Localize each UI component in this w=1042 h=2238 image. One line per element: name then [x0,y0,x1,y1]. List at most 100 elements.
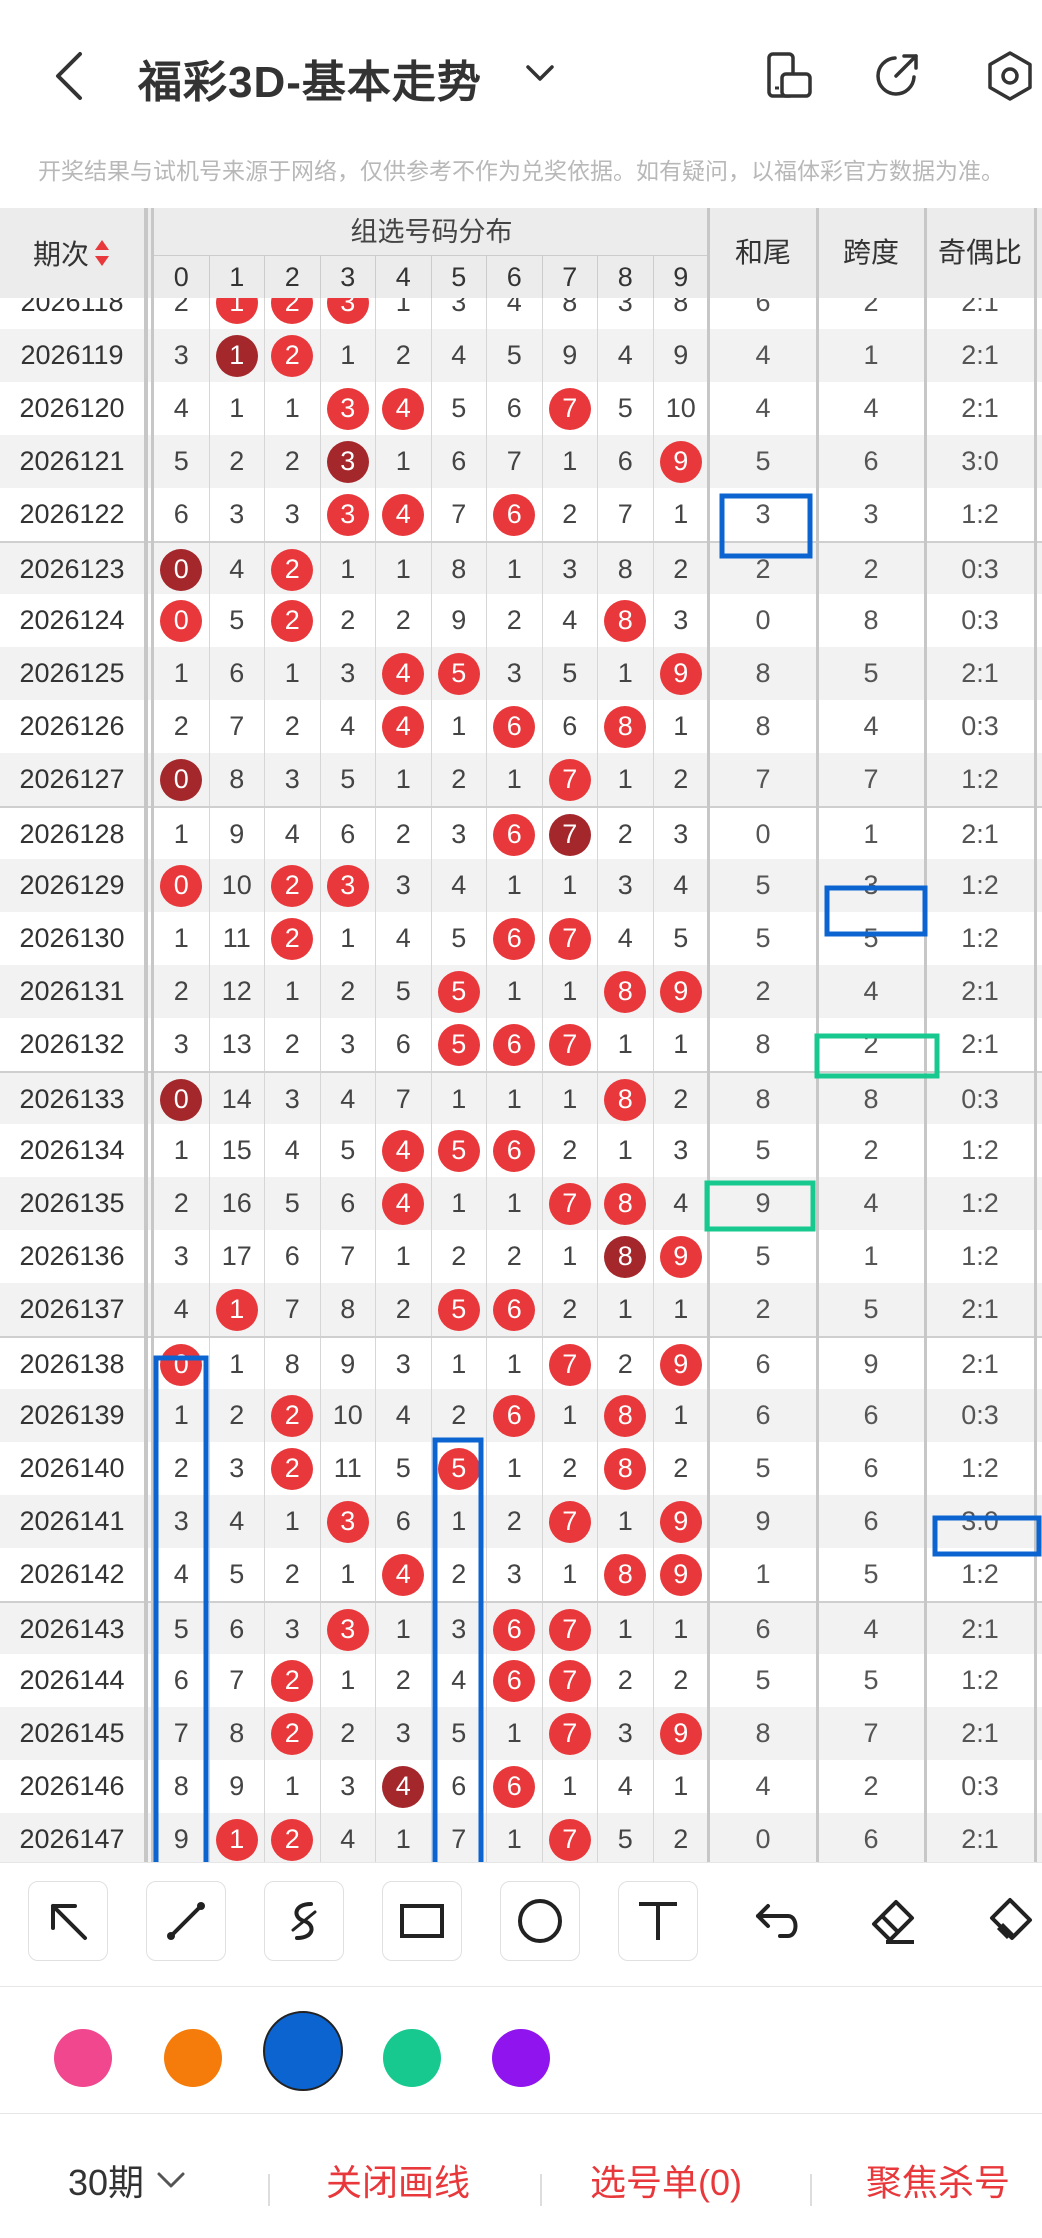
digit-cell-1: 9 [210,808,265,861]
odd-even-cell: 1:2 [961,870,999,900]
color-swatch-green[interactable] [383,2029,441,2087]
page-title[interactable]: 福彩3D-基本走势 [138,46,482,110]
drawn-number-ball: 4 [382,1553,425,1596]
digit-cell-5: 5 [432,647,487,700]
period-count-select[interactable]: 30期 [68,2154,188,2206]
table-row: 2026131 2 12 1 2 5 5 1 1 8 9 2 4 2:1 [0,965,1042,1018]
eraser-tool[interactable] [854,1881,934,1961]
omission-count: 8 [673,298,689,317]
color-swatch-blue[interactable] [263,2011,343,2091]
line-tool[interactable] [146,1881,226,1961]
rectangle-tool[interactable] [382,1881,462,1961]
close-lines-button[interactable]: 关闭画线 [326,2154,470,2206]
back-arrow-icon[interactable] [48,46,88,106]
drawn-number-ball: 6 [493,1129,536,1172]
eraser-icon [872,1900,914,1944]
pick-list-button[interactable]: 选号单(0) [590,2154,742,2206]
curve-tool[interactable] [264,1881,344,1961]
omission-count: 6 [451,446,467,476]
color-swatch-orange[interactable] [164,2029,222,2087]
omission-count: 2 [506,605,522,635]
omission-count: 1 [395,298,411,317]
line-icon [167,1902,205,1940]
color-swatch-purple[interactable] [492,2029,550,2087]
table-row: 2026137 4 1 7 8 2 5 6 2 1 1 2 5 2:1 [0,1283,1042,1336]
omission-count: 5 [562,658,578,688]
digit-cell-3: 3 [321,1603,376,1656]
digit-cell-2: 1 [265,965,321,1018]
divider [810,2174,812,2206]
select-arrow-tool[interactable] [28,1881,108,1961]
digit-cell-5: 7 [432,1813,487,1862]
digit-cell-8: 8 [598,1548,654,1601]
digit-cell-2: 5 [265,1177,321,1230]
top-bar: 福彩3D-基本走势 [0,0,1042,140]
drawn-number-ball: 2 [271,1659,314,1702]
omission-count: 6 [562,711,578,741]
drawn-number-ball: 4 [382,1182,425,1225]
omission-count: 4 [451,340,467,370]
omission-count: 1 [673,1614,689,1644]
digit-cell-6: 6 [487,700,543,753]
span-cell: 6 [863,1506,879,1536]
digit-cell-0: 2 [154,965,210,1018]
digit-cell-8: 8 [598,594,654,647]
digit-cell-5: 5 [432,382,487,435]
digit-cell-0: 6 [154,488,210,541]
chevron-down-icon [157,2172,185,2188]
drawn-number-ball: 6 [493,1023,536,1066]
clear-tool[interactable] [972,1881,1042,1961]
chevron-down-icon[interactable] [522,58,558,88]
circle-tool[interactable] [500,1881,580,1961]
repeat-number-ball: 0 [160,1078,203,1121]
digit-cell-9: 4 [654,1177,709,1230]
color-swatch-pink[interactable] [54,2029,112,2087]
digit-cell-2: 2 [265,700,321,753]
odd-even-cell: 2:1 [961,658,999,688]
digit-cell-9: 9 [654,965,709,1018]
sum-tail-cell: 5 [755,1135,771,1165]
omission-count: 3 [451,819,467,849]
period-column-header[interactable]: 期次 [0,208,144,298]
sum-tail-cell: 8 [755,1029,771,1059]
digit-cell-3: 2 [321,1707,376,1760]
omission-count: 5 [395,976,411,1006]
digit-cell-6: 4 [487,298,543,329]
digit-cell-4: 3 [376,859,432,912]
digit-cell-6: 6 [487,1283,543,1336]
sort-icon[interactable] [93,236,111,270]
table-row: 2026144 6 7 2 1 2 4 6 7 2 2 5 5 1:2 [0,1654,1042,1707]
drawn-number-ball: 8 [604,1182,647,1225]
omission-count: 1 [340,1665,356,1695]
digit-cell-3: 1 [321,329,376,382]
odd-even-ratio-header: 奇偶比 [937,237,1022,268]
digit-cell-7: 7 [543,1177,598,1230]
omission-count: 3 [284,1614,300,1644]
column-divider [1034,208,1037,1862]
span-cell: 4 [863,393,879,423]
undo-tool[interactable] [736,1881,816,1961]
span-cell: 2 [863,554,879,584]
orientation-switch-icon[interactable] [760,48,816,104]
omission-count: 1 [395,764,411,794]
digit-cell-8: 1 [598,1018,654,1071]
odd-even-cell: 0:3 [961,605,999,635]
sum-tail-cell: 6 [755,1614,771,1644]
period-cell: 2026125 [19,658,125,688]
digit-cell-3: 5 [321,753,376,806]
period-count-label: 30期 [68,2162,145,2203]
table-row: 2026138 0 1 8 9 3 1 1 7 2 9 6 9 2:1 [0,1336,1042,1391]
table-row: 2026125 1 6 1 3 4 5 3 5 1 9 8 5 2:1 [0,647,1042,700]
share-icon[interactable] [868,48,924,104]
digit-cell-8: 3 [598,859,654,912]
omission-count: 4 [284,819,300,849]
digit-cell-8: 5 [598,382,654,435]
digit-cell-2: 4 [265,808,321,861]
digit-cell-4: 4 [376,647,432,700]
omission-count: 2 [395,1294,411,1324]
digit-cell-0: 1 [154,1124,210,1177]
text-tool[interactable] [618,1881,698,1961]
omission-count: 3 [562,554,578,584]
settings-icon[interactable] [982,48,1038,104]
focus-kill-button[interactable]: 聚焦杀号 [866,2154,1010,2206]
